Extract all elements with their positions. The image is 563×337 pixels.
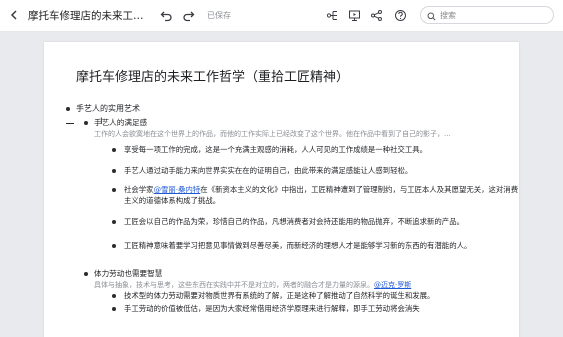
outline-bullet[interactable] [84,121,88,125]
redo-icon[interactable] [178,5,198,25]
note-text: 具体与抽象，技术与思考，这些东西在实践中并不是对立的，两者的融合才是力量的源泉。 [94,281,374,289]
app-window: 摩托车修理店的未来工作哲... 已保存 摩托车修理店的未来工作哲学（重拾工匠 [0,0,563,337]
outline-leaf[interactable]: 手艺人通过动手能力来向世界实实在在的证明自己，由此带来的满足感能让人感到轻松。 [124,165,412,176]
mention-link[interactable]: @迈克·罗斯 [374,281,411,289]
outline-bullet[interactable] [112,244,116,248]
share-icon[interactable] [366,5,386,25]
mention-link[interactable]: @雪丽·桑内特 [154,185,201,194]
help-icon[interactable] [390,5,410,25]
undo-icon[interactable] [156,5,176,25]
outline-leaf[interactable]: 工匠会以自己的作品为荣，珍惜自己的作品，凡想消费者对会持还能用的物品抛弃，不断追… [124,216,504,228]
outline-note[interactable]: 工作的人会欲寞地在这个世界上的作品，而他的工作实际上已经改变了这个世界。他在作品… [94,129,499,139]
search-input[interactable] [436,10,540,20]
document-page: 摩托车修理店的未来工作哲学（重拾工匠精神） 手艺人的实用艺术 I 手艺人的满足感… [44,42,519,337]
search-box[interactable] [420,6,554,24]
mindmap-icon[interactable] [322,5,342,25]
outline-bullet[interactable] [112,307,116,311]
page-title[interactable]: 摩托车修理店的未来工作哲学（重拾工匠精神） [76,66,349,85]
outline-bullet[interactable] [112,294,116,298]
outline-node-satisfaction[interactable]: 手艺人的满足感 [94,117,147,128]
leaf-text: 社会学家 [124,185,154,194]
document-title-tab[interactable]: 摩托车修理店的未来工作哲... [28,8,148,23]
outline-leaf-sociologist[interactable]: 社会学家@雪丽·桑内特在《新资本主义的文化》中指出，工匠精神遭到了管理制约，与工… [124,184,519,206]
outline-leaf[interactable]: 手工劳动的价值被低估，是因为大家经常借用经济学原理来进行解释，即手工劳动将会消失 [124,303,420,314]
outline-leaf[interactable]: 享受每一项工作的完成，这是一个充满主观感的消耗，人人可见的工作成绩是一种社交工具… [124,144,427,155]
outline-note[interactable]: 具体与抽象，技术与思考，这些东西在实践中并不是对立的，两者的融合才是力量的源泉。… [94,280,499,290]
outline-bullet[interactable] [84,272,88,276]
back-icon[interactable] [4,5,24,25]
save-status: 已保存 [207,11,231,20]
outline-bullet[interactable] [112,188,116,192]
outline-leaf[interactable]: 技术型的体力劳动需要对物质世界有系统的了解，正是这种了解推动了自然科学的诞生和发… [124,290,434,301]
toolbar: 摩托车修理店的未来工作哲... 已保存 [0,0,563,32]
present-icon[interactable] [344,5,364,25]
outline-node-crafts-art[interactable]: 手艺人的实用艺术 [76,103,140,114]
outline-bullet[interactable] [112,169,116,173]
collapse-toggle[interactable] [66,123,74,124]
outline-bullet[interactable] [112,220,116,224]
outline-node-manual-labor[interactable]: 体力劳动也需要智慧 [94,268,162,279]
search-icon [427,6,436,25]
outline-bullet[interactable] [66,107,70,111]
outline-bullet[interactable] [112,148,116,152]
outline-leaf[interactable]: 工匠精神意味着要学习把意见事情做到尽善尽美，而新经济的理想人才是能够学习新的东西… [124,240,504,252]
